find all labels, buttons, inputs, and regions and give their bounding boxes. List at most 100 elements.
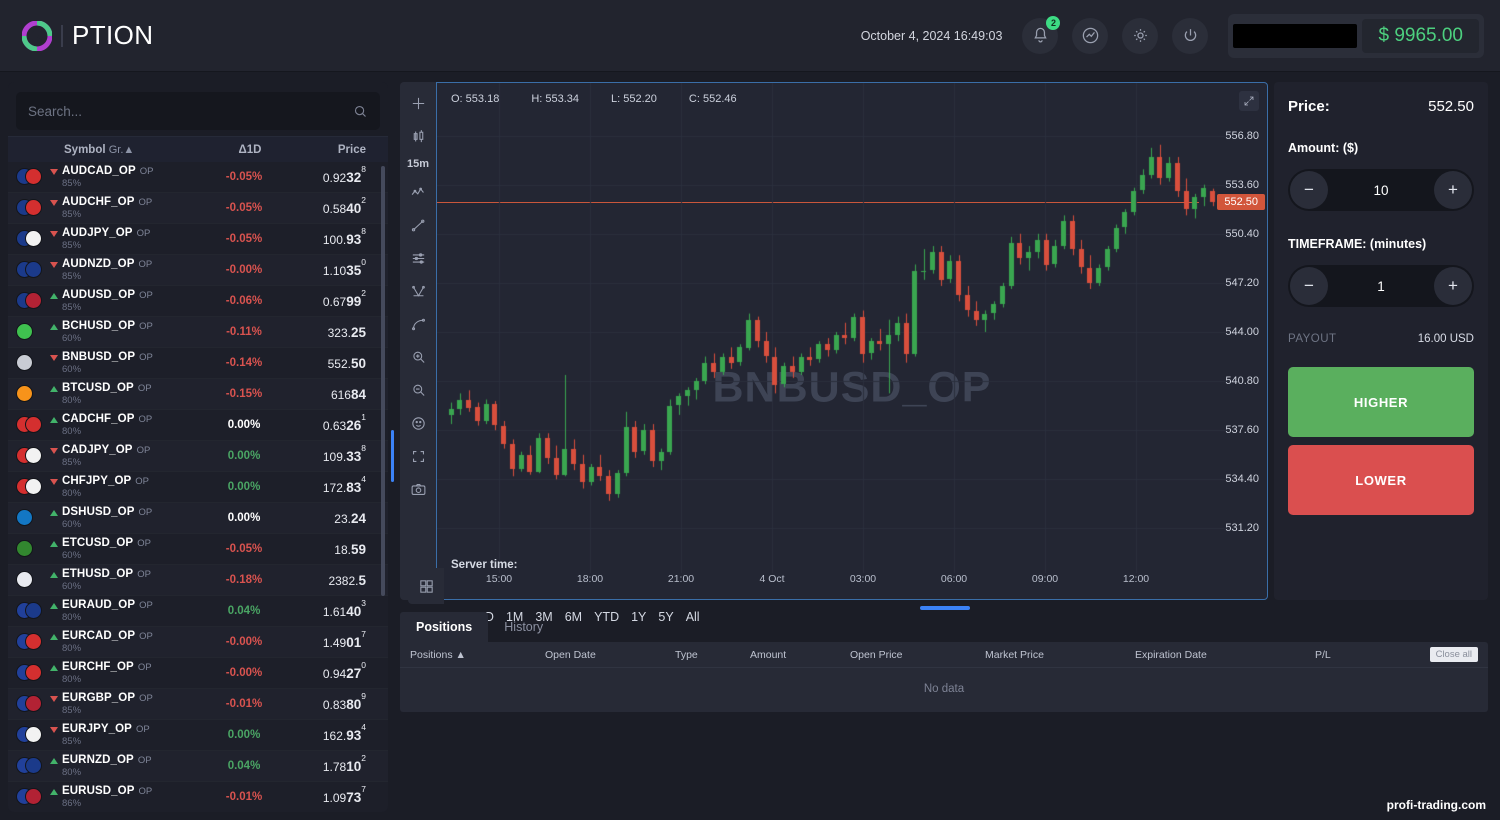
symbol-name: EURGBP_OP [62, 692, 136, 705]
symbol-row[interactable]: EURUSD_OP OP 86% -0.01% 1.09737 [8, 782, 388, 812]
time-tick: 09:00 [1031, 573, 1059, 585]
th-open-date[interactable]: Open Date [545, 649, 596, 661]
th-positions[interactable]: Positions ▲ [410, 649, 466, 661]
trend-up-icon [50, 385, 58, 392]
th-amount[interactable]: Amount [750, 649, 786, 661]
timeframe-decrement-button[interactable]: − [1290, 267, 1328, 305]
symbol-row[interactable]: ETHUSD_OP OP 60% -0.18% 2382.5 [8, 565, 388, 596]
th-type[interactable]: Type [675, 649, 698, 661]
panel-resize-handle[interactable] [391, 430, 394, 482]
symbol-flag-icon [16, 197, 50, 219]
candlestick-canvas[interactable] [437, 83, 1237, 599]
account-balance: $ 9965.00 [1362, 18, 1479, 53]
emoji-icon[interactable] [407, 412, 429, 434]
symbol-row[interactable]: ETCUSD_OP OP 60% -0.05% 18.59 [8, 534, 388, 565]
trend-up-icon [50, 540, 58, 547]
settings-button[interactable] [1122, 17, 1159, 54]
tab-history[interactable]: History [488, 612, 559, 642]
symbol-row[interactable]: AUDNZD_OP OP 85% -0.00% 1.10350 [8, 255, 388, 286]
symbol-row[interactable]: EURJPY_OP OP 85% 0.00% 162.934 [8, 720, 388, 751]
th-expiration-date[interactable]: Expiration Date [1135, 649, 1207, 661]
camera-icon[interactable] [407, 478, 429, 500]
symbol-row[interactable]: CHFJPY_OP OP 80% 0.00% 172.834 [8, 472, 388, 503]
chart-expand-button[interactable] [1239, 91, 1259, 111]
symbol-row[interactable]: AUDCAD_OP OP 85% -0.05% 0.92328 [8, 162, 388, 193]
amount-increment-button[interactable]: + [1434, 171, 1472, 209]
zigzag-icon[interactable] [407, 181, 429, 203]
column-group[interactable]: Gr.▲ [109, 144, 135, 156]
symbol-tag: OP [138, 506, 153, 518]
sort-asc-icon: ▲ [123, 143, 135, 156]
symbol-row[interactable]: AUDCHF_OP OP 85% -0.05% 0.58402 [8, 193, 388, 224]
close-all-button[interactable]: Close all [1429, 647, 1478, 662]
timeframe-label[interactable]: 15m [407, 158, 429, 170]
column-change[interactable]: Δ1D [204, 144, 296, 156]
column-symbol[interactable]: Symbol Gr.▲ [64, 144, 204, 156]
timeframe-value[interactable]: 1 [1377, 279, 1385, 294]
amount-value[interactable]: 10 [1373, 183, 1388, 198]
settings-lines-icon[interactable] [407, 247, 429, 269]
curve-icon[interactable] [407, 313, 429, 335]
symbol-price: 109.338 [322, 443, 366, 464]
symbol-tag: OP [138, 785, 153, 797]
zoom-out-icon[interactable] [407, 379, 429, 401]
symbol-row[interactable]: EURCHF_OP OP 80% -0.00% 0.94270 [8, 658, 388, 689]
sidebar-scrollbar[interactable] [381, 166, 385, 596]
symbol-tag: OP [139, 351, 153, 363]
higher-button[interactable]: HIGHER [1288, 367, 1474, 437]
timeframe-stepper[interactable]: − 1 + [1288, 265, 1474, 307]
symbol-row[interactable]: BCHUSD_OP OP 60% -0.11% 323.25 [8, 317, 388, 348]
positions-tabs[interactable]: Positions History [400, 612, 1488, 642]
search-icon [354, 105, 366, 117]
symbol-row[interactable]: DSHUSD_OP OP 60% 0.00% 23.24 [8, 503, 388, 534]
ohlc-close: C: 552.46 [688, 93, 737, 105]
fullscreen-icon[interactable] [407, 445, 429, 467]
symbol-row[interactable]: EURCAD_OP OP 80% -0.00% 1.49017 [8, 627, 388, 658]
chart-canvas-area[interactable]: O: 553.18 H: 553.34 L: 552.20 C: 552.46 … [436, 82, 1268, 600]
account-box[interactable]: $ 9965.00 [1228, 13, 1484, 58]
app-logo[interactable]: PTION [21, 20, 154, 51]
logout-button[interactable] [1172, 17, 1209, 54]
zoom-in-icon[interactable] [407, 346, 429, 368]
fibonacci-icon[interactable] [407, 280, 429, 302]
candlestick-icon[interactable] [407, 125, 429, 147]
search-input[interactable] [28, 103, 353, 119]
symbol-payout-pct: 80% [62, 642, 82, 654]
analytics-button[interactable] [1072, 17, 1109, 54]
th-open-price[interactable]: Open Price [850, 649, 903, 661]
symbol-row[interactable]: CADCHF_OP OP 80% 0.00% 0.63261 [8, 410, 388, 441]
lower-button[interactable]: LOWER [1288, 445, 1474, 515]
symbol-payout-pct: 80% [62, 487, 82, 499]
symbol-row[interactable]: EURNZD_OP OP 80% 0.04% 1.78102 [8, 751, 388, 782]
symbol-row[interactable]: EURGBP_OP OP 85% -0.01% 0.83809 [8, 689, 388, 720]
th-p-l[interactable]: P/L [1315, 649, 1331, 661]
time-axis[interactable]: 15:00 18:00 21:00 4 Oct 03:00 06:00 09:00 12:00 [437, 573, 1199, 589]
amount-stepper[interactable]: − 10 + [1288, 169, 1474, 211]
trend-up-icon [50, 292, 58, 299]
symbol-change: -0.05% [225, 171, 263, 183]
symbol-change: -0.01% [225, 791, 263, 803]
symbol-change: 0.00% [227, 481, 261, 493]
price-axis[interactable]: 556.80 553.60 550.40 547.20 544.00 540.80 537.… [1199, 83, 1267, 599]
tab-positions[interactable]: Positions [400, 612, 489, 642]
crosshair-icon[interactable] [407, 92, 429, 114]
symbol-row[interactable]: AUDUSD_OP OP 85% -0.06% 0.67992 [8, 286, 388, 317]
symbol-row[interactable]: BNBUSD_OP OP 60% -0.14% 552.50 [8, 348, 388, 379]
search-box[interactable] [16, 92, 380, 130]
symbol-row[interactable]: BTCUSD_OP OP 80% -0.15% 61684 [8, 379, 388, 410]
symbol-row[interactable]: EURAUD_OP OP 80% 0.04% 1.61403 [8, 596, 388, 627]
notification-count: 2 [1046, 15, 1061, 30]
trendline-icon[interactable] [407, 214, 429, 236]
symbol-row[interactable]: AUDJPY_OP OP 85% -0.05% 100.938 [8, 224, 388, 255]
logo-text: PTION [72, 20, 154, 50]
symbol-row[interactable]: CADJPY_OP OP 85% 0.00% 109.338 [8, 441, 388, 472]
symbol-payout-pct: 85% [62, 704, 82, 716]
symbol-list-scroll[interactable]: AUDCAD_OP OP 85% -0.05% 0.92328 AUDCHF_OP OP 85… [8, 162, 388, 812]
amount-decrement-button[interactable]: − [1290, 171, 1328, 209]
ohlc-low: L: 552.20 [611, 93, 657, 105]
column-price[interactable]: Price [296, 144, 388, 156]
notifications-button[interactable]: 2 [1022, 15, 1061, 54]
th-market-price[interactable]: Market Price [985, 649, 1044, 661]
timeframe-increment-button[interactable]: + [1433, 267, 1472, 305]
positions-drag-handle[interactable] [920, 606, 970, 610]
